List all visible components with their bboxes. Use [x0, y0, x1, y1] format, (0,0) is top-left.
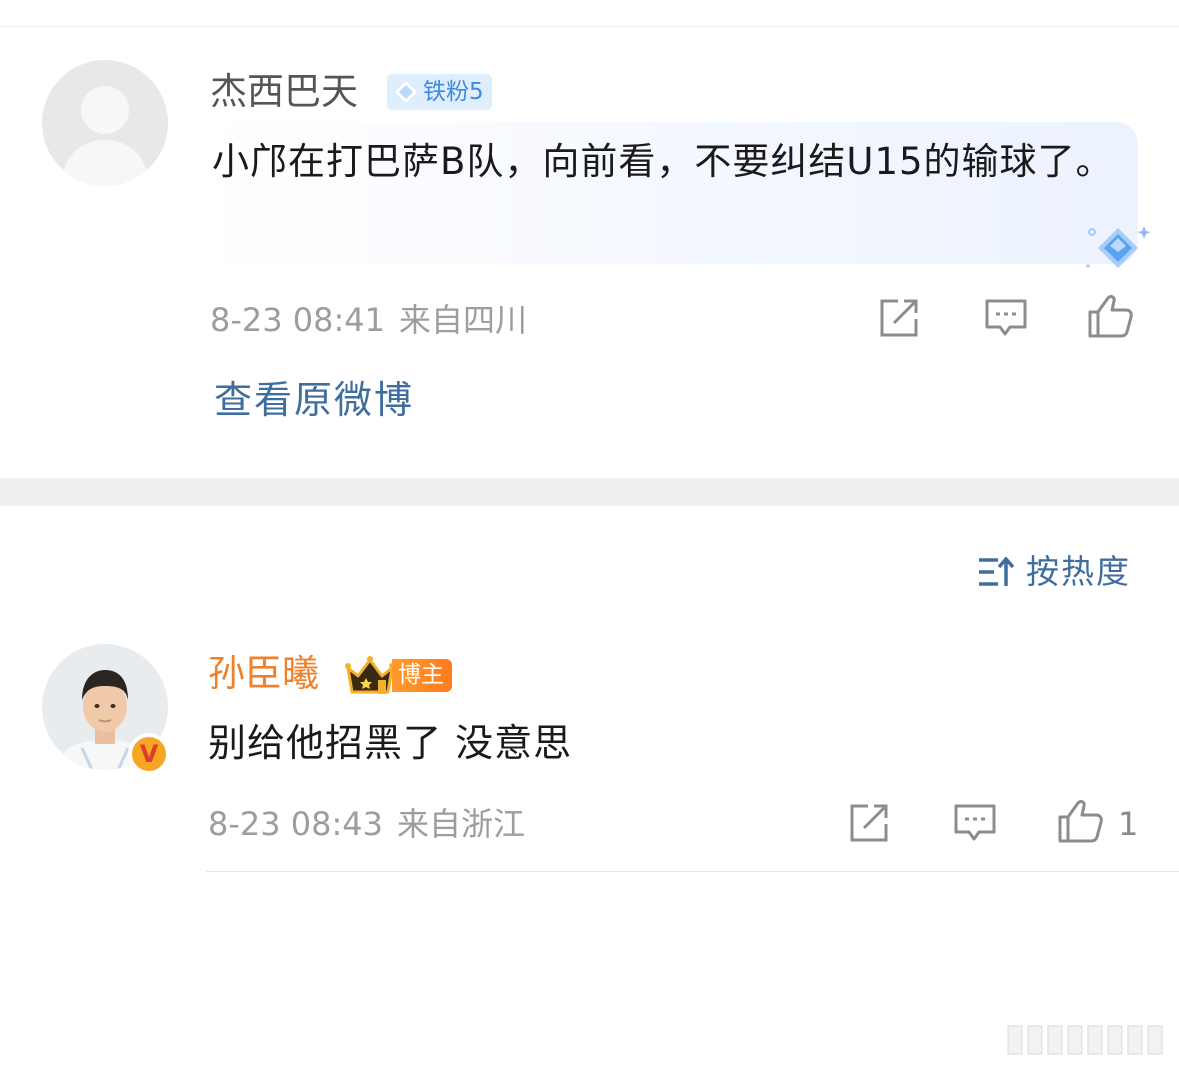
- comment-location: 来自四川: [399, 301, 528, 339]
- comment-meta: 8-23 08:43 来自浙江: [208, 804, 525, 844]
- verified-v-icon: V: [132, 737, 166, 771]
- like-count: 1: [1118, 805, 1139, 843]
- diamond-decoration-icon: [1086, 226, 1151, 268]
- section-divider: [0, 478, 1179, 506]
- verified-badge: V: [128, 733, 170, 775]
- comment-divider: [206, 871, 1179, 872]
- top-divider: [0, 26, 1179, 27]
- like-icon[interactable]: [1086, 292, 1134, 340]
- fan-badge[interactable]: 铁粉5: [387, 74, 492, 110]
- comment-text: 别给他招黑了 没意思: [208, 721, 573, 765]
- blogger-badge-label: 博主: [392, 659, 452, 692]
- fan-badge-label: 铁粉5: [423, 79, 484, 105]
- watermark-icon: [1007, 1025, 1163, 1055]
- like-icon[interactable]: [1056, 797, 1104, 845]
- username[interactable]: 杰西巴天: [210, 70, 358, 114]
- sort-label: 按热度: [1026, 552, 1131, 591]
- username[interactable]: 孙臣曦: [208, 652, 319, 696]
- comment-time: 8-23 08:43: [208, 805, 384, 843]
- share-icon[interactable]: [848, 802, 892, 844]
- avatar-default[interactable]: [42, 60, 168, 186]
- view-original-link[interactable]: 查看原微博: [214, 376, 414, 424]
- comment-text: 小邝在打巴萨B队，向前看，不要纠结U15的输球了。: [212, 140, 1114, 183]
- comment-icon[interactable]: [984, 297, 1028, 339]
- comment-time: 8-23 08:41: [210, 301, 386, 339]
- share-icon[interactable]: [878, 297, 922, 339]
- comment-meta: 8-23 08:41 来自四川: [210, 300, 527, 340]
- comment-icon[interactable]: [953, 802, 997, 844]
- sort-icon: [979, 556, 1015, 586]
- sort-button[interactable]: 按热度: [976, 550, 1131, 594]
- comment-location: 来自浙江: [397, 805, 526, 843]
- diamond-icon: [395, 81, 417, 103]
- crown-icon: [345, 656, 395, 694]
